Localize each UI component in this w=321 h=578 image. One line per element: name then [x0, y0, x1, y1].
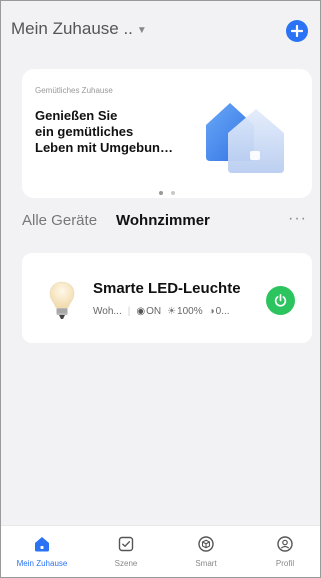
smart-cube-icon	[198, 536, 214, 552]
nav-label-scene: Szene	[114, 559, 138, 568]
light-bulb-icon	[49, 281, 75, 319]
promo-banner[interactable]: Gemütliches Zuhause Genießen Sie ein gem…	[22, 69, 312, 198]
add-device-button[interactable]	[286, 20, 308, 42]
room-tabs: Alle Geräte Wohnzimmer ···	[22, 210, 311, 234]
device-extra: 0...	[215, 306, 230, 317]
nav-item-home[interactable]: Mein Zuhause	[12, 535, 72, 568]
pagination-dot	[171, 191, 176, 195]
plus-icon	[291, 25, 303, 37]
home-name: Mein Zuhause ..	[11, 19, 133, 38]
nav-label-home: Mein Zuhause	[16, 559, 68, 568]
banner-headline-line-3: Leben mit Umgebun…	[35, 140, 173, 155]
power-toggle-button[interactable]	[266, 286, 295, 315]
power-icon	[274, 294, 287, 307]
separator: |	[127, 306, 131, 317]
device-name: Smarte LED-Leuchte	[93, 280, 241, 297]
pagination-dot-active	[158, 191, 163, 195]
profile-icon	[277, 536, 293, 552]
device-room: Woh...	[93, 306, 122, 317]
nav-item-scene[interactable]: Szene	[96, 535, 156, 568]
banner-caption: Gemütliches Zuhause	[35, 86, 113, 95]
home-icon	[35, 537, 49, 552]
nav-label-smart: Smart	[195, 559, 217, 568]
bottom-nav: Mein Zuhause Szene Smart Profil	[0, 525, 321, 578]
device-state: ON	[146, 306, 162, 317]
tab-all-devices[interactable]: Alle Geräte	[22, 212, 97, 229]
houses-illustration	[206, 103, 284, 173]
caret-down-icon: ▼	[136, 24, 147, 36]
banner-headline-line-2: ein gemütliches	[35, 124, 134, 139]
power-state-icon: ◉	[136, 306, 146, 317]
device-status-line: Woh... | ◉ ON ☀ 100% ◑ 0...	[93, 306, 230, 317]
home-selector[interactable]: Mein Zuhause .. ▼	[11, 19, 147, 39]
nav-label-profile: Profil	[275, 559, 295, 568]
nav-item-smart[interactable]: Smart	[176, 535, 236, 568]
nav-item-profile[interactable]: Profil	[255, 535, 315, 568]
header: Mein Zuhause .. ▼	[11, 14, 311, 46]
banner-headline-line-1: Genießen Sie	[35, 108, 118, 123]
banner-headline: Genießen Sie ein gemütliches Leben mit U…	[35, 108, 175, 156]
scene-checkbox-icon	[118, 536, 134, 552]
banner-pagination	[22, 182, 312, 198]
device-brightness: 100%	[177, 306, 203, 317]
color-temp-icon: ◑	[208, 306, 215, 317]
brightness-icon: ☀	[167, 306, 177, 317]
tab-living-room[interactable]: Wohnzimmer	[116, 212, 210, 229]
device-card[interactable]: Smarte LED-Leuchte Woh... | ◉ ON ☀ 100% …	[22, 253, 312, 343]
more-options-button[interactable]: ···	[288, 210, 307, 228]
